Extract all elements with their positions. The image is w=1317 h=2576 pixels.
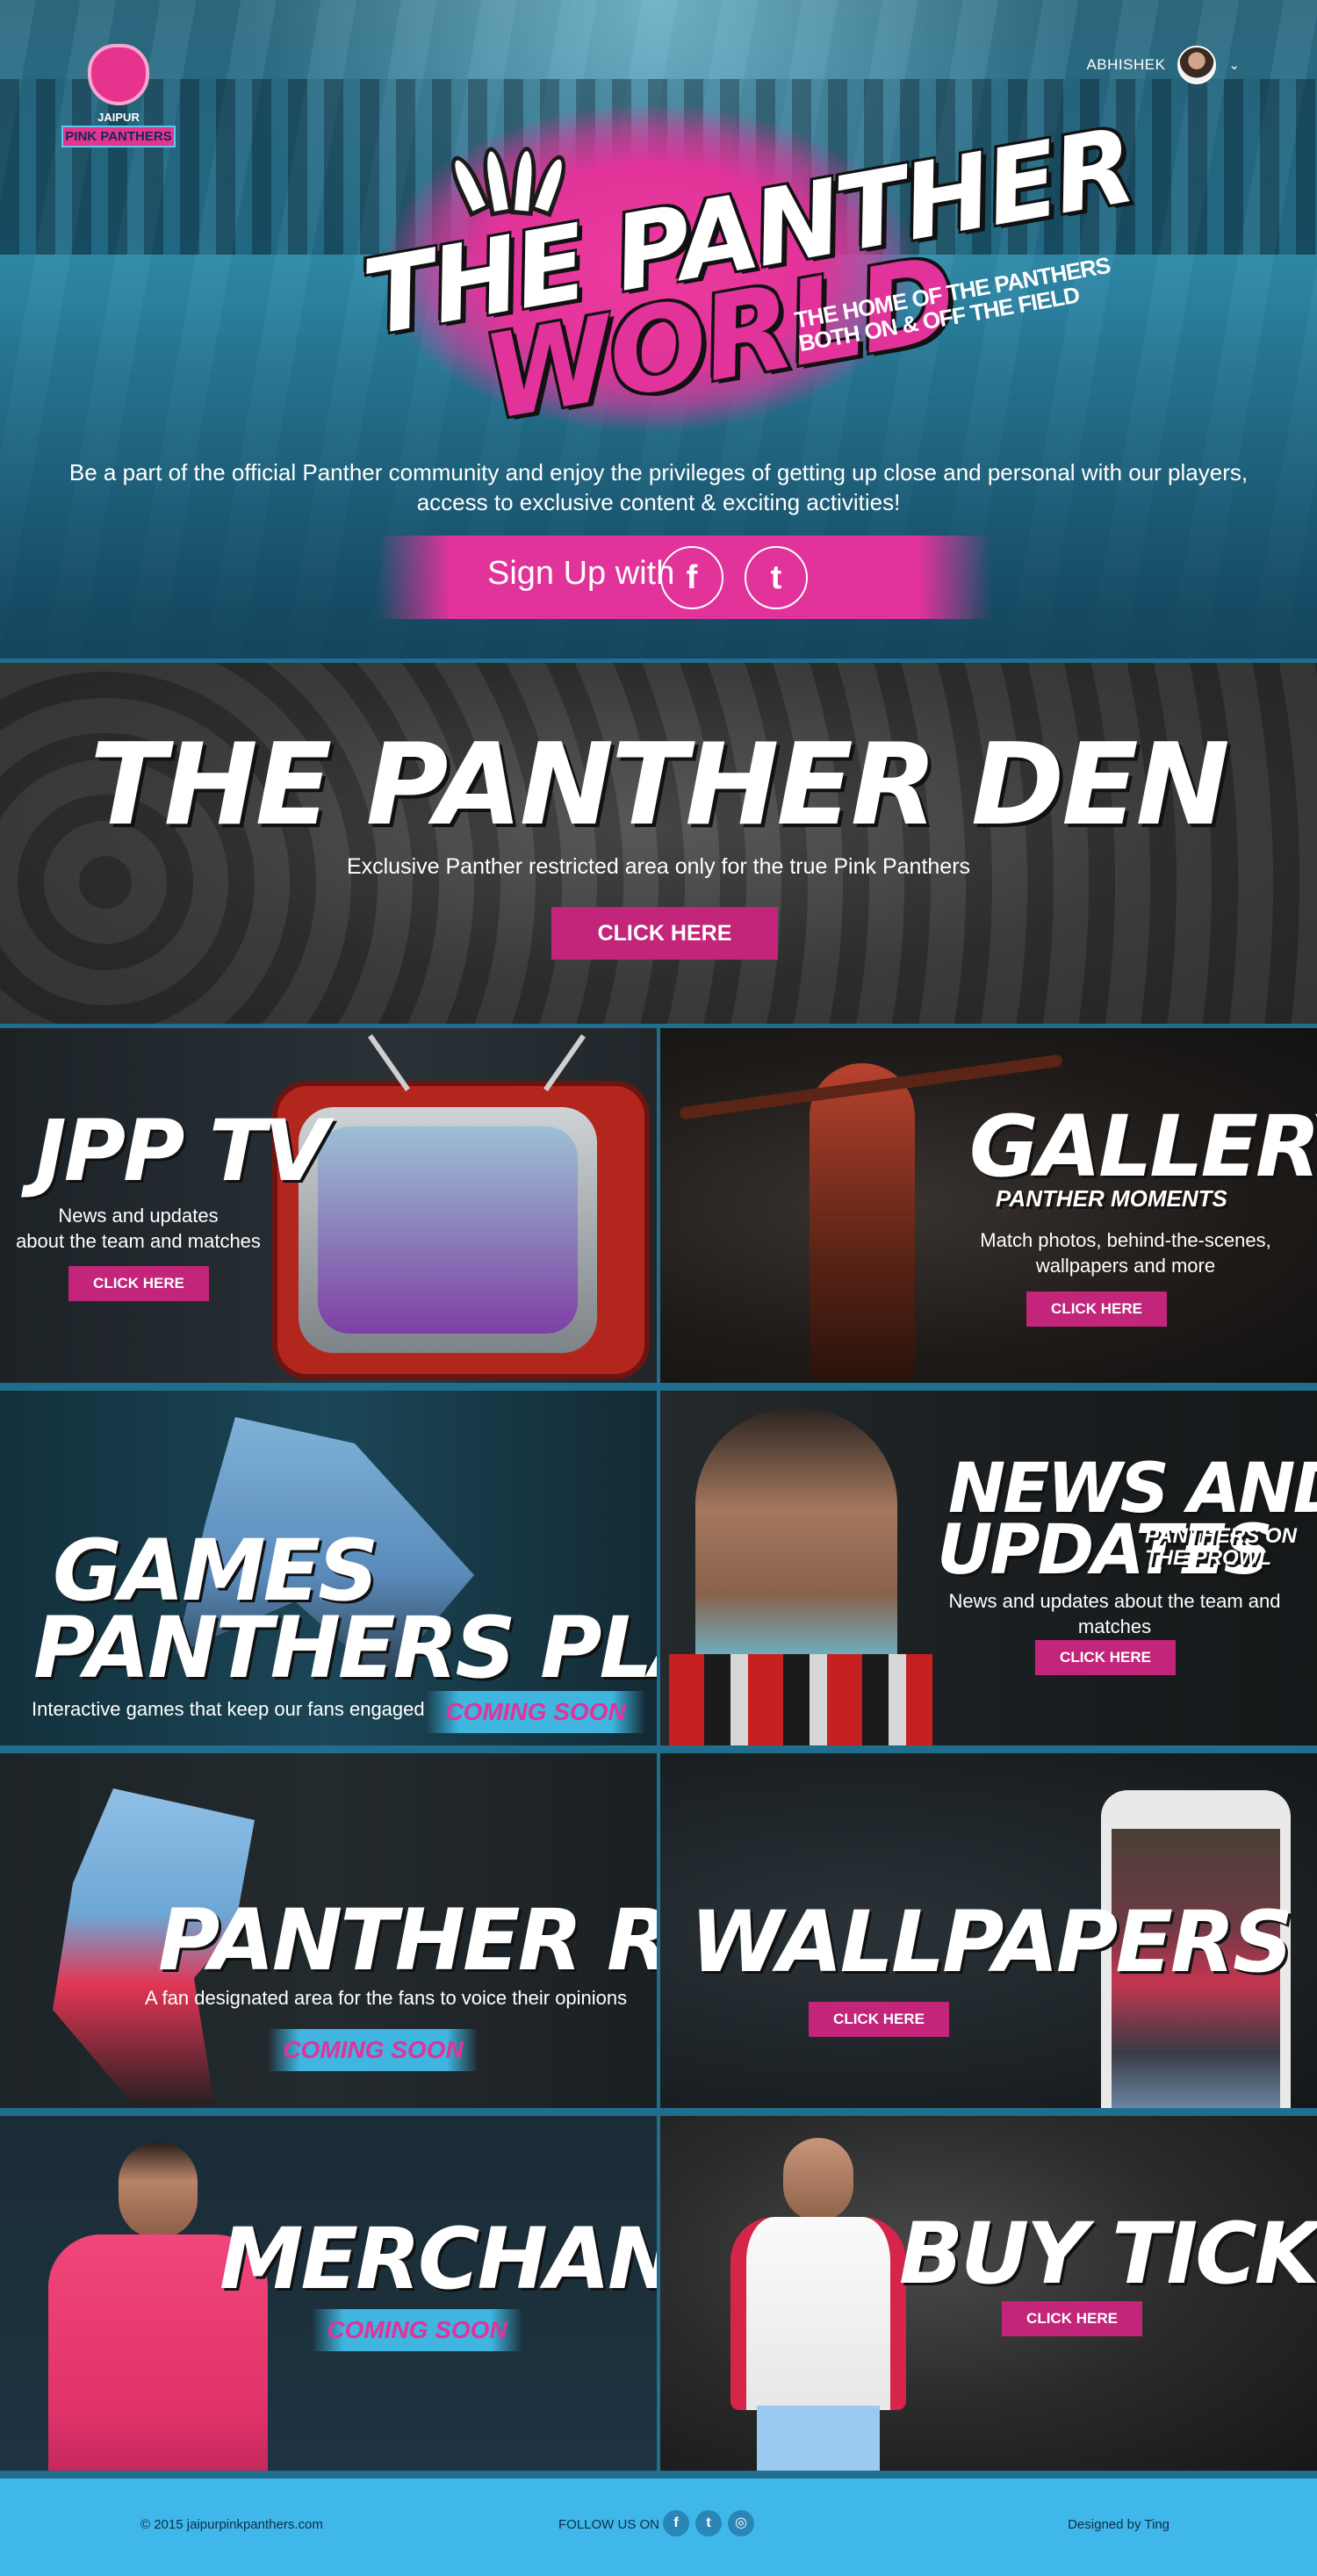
tile-title: WALLPAPERS — [690, 1893, 1293, 1991]
jaipur-pink-panthers-logo[interactable]: JAIPUR PINK PANTHERS — [61, 44, 176, 162]
claw-icon — [444, 145, 572, 218]
tile-description-line1: Match photos, behind-the-scenes, — [980, 1229, 1271, 1251]
tile-title: JPP TV — [35, 1102, 329, 1200]
coming-soon-badge: COMING SOON — [426, 1691, 645, 1733]
tile-description-line2: about the team and matches — [16, 1229, 261, 1252]
tile-title: PANTHER ROOM — [158, 1891, 657, 1990]
tile-subtitle-line1: PANTHERS ON — [1145, 1524, 1297, 1548]
tile-news-and-updates[interactable]: NEWS AND UPDATES PANTHERS ON THE PROWL N… — [660, 1391, 1317, 1745]
den-title: THE PANTHER DEN — [90, 720, 1230, 851]
coming-soon-badge: COMING SOON — [268, 2029, 479, 2071]
den-click-here-button[interactable]: CLICK HERE — [551, 907, 778, 960]
copyright-text: © 2015 jaipurpinkpanthers.com — [140, 2517, 323, 2532]
logo-text-jaipur: JAIPUR — [97, 111, 140, 124]
tile-subtitle: PANTHER MOMENTS — [996, 1185, 1227, 1212]
wallpapers-click-here-button[interactable]: CLICK HERE — [809, 2002, 949, 2037]
player-celebrating-image — [810, 1063, 915, 1379]
tile-description: A fan designated area for the fans to vo… — [145, 1987, 628, 2009]
tile-panther-room[interactable]: PANTHER ROOM A fan designated area for t… — [0, 1753, 657, 2108]
tile-buy-tickets[interactable]: BUY TICKETS CLICK HERE — [660, 2116, 1317, 2471]
avatar[interactable] — [1177, 46, 1217, 84]
footer: © 2015 jaipurpinkpanthers.com FOLLOW US … — [0, 2479, 1317, 2576]
tile-wallpapers[interactable]: WALLPAPERS CLICK HERE — [660, 1753, 1317, 2108]
player-jacket-image — [730, 2138, 906, 2471]
retro-tv-image — [272, 1081, 650, 1379]
den-subtitle: Exclusive Panther restricted area only f… — [346, 854, 971, 879]
tile-gallery[interactable]: GALLERY PANTHER MOMENTS Match photos, be… — [660, 1028, 1317, 1383]
tile-merchandise[interactable]: MERCHANDISE COMING SOON — [0, 2116, 657, 2471]
tile-description: News and updates about the team and matc… — [948, 1590, 1281, 1637]
panther-head-icon — [88, 44, 149, 105]
signup-bar: Sign Up with f t — [378, 536, 992, 619]
tile-title-line2: PANTHERS PLAY — [33, 1599, 657, 1697]
facebook-icon: f — [686, 559, 698, 596]
hero-description: Be a part of the official Panther commun… — [0, 458, 1317, 518]
twitter-icon: t — [770, 559, 782, 596]
user-menu[interactable]: ABHISHEK ⌄ — [1086, 46, 1240, 84]
hero-description-line1: Be a part of the official Panther commun… — [68, 459, 1249, 486]
tile-subtitle: PANTHERS ON THE PROWL — [1145, 1524, 1297, 1571]
tile-description-line1: News and updates — [58, 1205, 219, 1227]
tile-description-line2: wallpapers and more — [1035, 1254, 1216, 1277]
twitter-icon[interactable]: t — [695, 2510, 722, 2536]
coming-soon-badge: COMING SOON — [312, 2309, 522, 2351]
tile-title: BUY TICKETS — [899, 2205, 1317, 2303]
facebook-icon[interactable]: f — [663, 2510, 689, 2536]
designed-by-text: Designed by Ting — [1068, 2517, 1169, 2532]
tile-description: News and updates about the team and matc… — [0, 1204, 277, 1254]
microphones-image — [669, 1654, 932, 1745]
tile-description: Match photos, behind-the-scenes, wallpap… — [950, 1228, 1301, 1278]
panther-den-section: THE PANTHER DEN Exclusive Panther restri… — [0, 658, 1317, 1024]
instagram-icon[interactable]: ◎ — [728, 2510, 754, 2536]
tile-title: GALLERY — [969, 1097, 1317, 1196]
twitter-signup-button[interactable]: t — [745, 546, 808, 609]
hero-section: JAIPUR PINK PANTHERS ABHISHEK ⌄ THE PANT… — [0, 0, 1317, 658]
tile-games[interactable]: GAMES PANTHERS PLAY Interactive games th… — [0, 1391, 657, 1745]
tile-title: MERCHANDISE — [220, 2210, 657, 2308]
tile-jpp-tv[interactable]: JPP TV News and updates about the team a… — [0, 1028, 657, 1383]
chevron-down-icon[interactable]: ⌄ — [1228, 57, 1240, 73]
user-name: ABHISHEK — [1086, 56, 1166, 73]
logo-text-pink-panthers: PINK PANTHERS — [61, 126, 176, 148]
facebook-signup-button[interactable]: f — [660, 546, 723, 609]
news-click-here-button[interactable]: CLICK HERE — [1035, 1640, 1176, 1675]
follow-us-label: FOLLOW US ON — [558, 2517, 660, 2532]
gallery-click-here-button[interactable]: CLICK HERE — [1026, 1292, 1167, 1327]
tile-description: Interactive games that keep our fans eng… — [32, 1698, 425, 1720]
jpp-tv-click-here-button[interactable]: CLICK HERE — [68, 1266, 209, 1301]
tile-subtitle-line2: THE PROWL — [1145, 1546, 1271, 1571]
signup-label: Sign Up with — [487, 555, 675, 592]
tickets-click-here-button[interactable]: CLICK HERE — [1002, 2301, 1142, 2336]
hero-description-line2: access to exclusive content & exciting a… — [416, 488, 901, 515]
